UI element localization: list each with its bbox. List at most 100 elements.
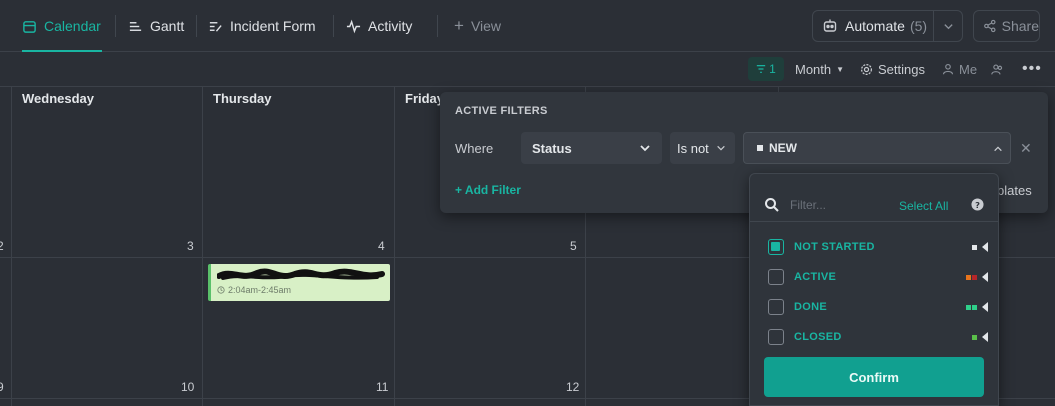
close-icon: ✕ [1020,140,1032,156]
calendar-icon [23,20,36,33]
filter-icon [756,65,766,73]
day-header-wednesday: Wednesday [22,91,95,106]
calendar-toolbar: 1 Month ▼ Settings Me ••• [0,52,1055,87]
filter-field-value: Status [532,140,572,156]
clock-icon [217,286,225,294]
grid-line [11,87,12,406]
filter-value: NEW [769,141,797,155]
tab-calendar[interactable]: Calendar [22,0,102,52]
filter-operator-value: Is not [677,140,709,156]
tab-activity[interactable]: Activity [346,0,412,52]
status-option-checkbox[interactable] [768,329,784,345]
status-option-done[interactable]: DONE [768,297,988,317]
tab-label: Incident Form [230,18,316,34]
activity-icon [346,19,361,33]
filter-field-select[interactable]: Status [521,132,662,164]
user-icon [942,63,954,75]
where-label: Where [455,141,494,156]
tab-gantt[interactable]: Gantt [128,0,184,52]
search-icon [765,198,779,212]
add-view-button[interactable]: + View [454,0,501,52]
add-view-label: View [470,18,502,34]
status-color-swatch [972,332,988,342]
remove-filter-button[interactable]: ✕ [1020,140,1032,157]
active-filters-title: ACTIVE FILTERS [455,105,548,117]
caret-down-icon: ▼ [836,64,845,74]
day-number[interactable]: 9 [0,380,4,394]
more-options-button[interactable]: ••• [1022,52,1042,86]
me-filter-button[interactable]: Me [942,52,977,86]
day-header-thursday: Thursday [213,91,272,106]
day-number[interactable]: 4 [378,239,385,253]
tab-incident-form[interactable]: Incident Form [208,0,316,52]
automate-label: Automate [845,18,905,34]
day-number[interactable]: 10 [181,380,194,394]
share-label: Share [1001,18,1039,34]
calendar-event[interactable]: 2:04am-2:45am [208,264,390,301]
view-tabs-bar: Calendar Gantt Incident Form Activity + … [0,0,1055,52]
status-option-label: NOT STARTED [794,241,875,253]
settings-label: Settings [878,61,925,77]
add-filter-button[interactable]: + Add Filter [455,183,521,197]
status-options-dropdown: Filter... Select All ? NOT STARTED ACTIV… [749,173,999,406]
confirm-button[interactable]: Confirm [764,357,984,397]
help-icon[interactable]: ? [971,198,984,211]
status-new-swatch [757,145,763,151]
status-search: Filter... Select All ? [750,174,998,222]
day-header-friday: Friday [405,91,445,106]
tab-divider [115,15,116,37]
status-option-label: DONE [794,301,827,313]
share-icon [984,19,996,33]
me-label: Me [959,61,978,77]
day-number[interactable]: 5 [570,239,577,253]
automate-divider [933,11,934,41]
status-option-checkbox[interactable] [768,299,784,315]
status-color-swatch [972,242,988,252]
status-color-swatch [966,302,988,312]
status-option-checkbox[interactable] [768,239,784,255]
settings-button[interactable]: Settings [860,52,925,86]
tab-divider [196,15,197,37]
status-option-active[interactable]: ACTIVE [768,267,988,287]
month-select[interactable]: Month ▼ [795,52,844,86]
day-number[interactable]: 2 [0,239,4,253]
chevron-down-icon [640,145,650,152]
tab-label: Activity [368,18,413,34]
tab-label: Calendar [44,18,101,34]
status-option-checkbox[interactable] [768,269,784,285]
status-option-label: CLOSED [794,331,842,343]
more-icon: ••• [1022,60,1042,77]
gear-icon [861,63,872,75]
status-color-swatch [966,272,988,282]
assignees-button[interactable] [991,52,1004,86]
users-icon [991,63,1003,75]
filter-count-badge: 1 [769,62,776,76]
tab-label: Gantt [150,18,185,34]
automate-button[interactable]: Automate (5) [812,10,963,42]
day-number[interactable]: 12 [566,380,579,394]
templates-link[interactable]: plates [997,183,1032,198]
day-number[interactable]: 11 [376,380,388,394]
filter-value-select[interactable]: NEW [743,132,1011,164]
event-time: 2:04am-2:45am [217,285,291,295]
day-number[interactable]: 3 [187,239,194,253]
status-option-not-started[interactable]: NOT STARTED [768,237,988,257]
select-all-button[interactable]: Select All [899,199,948,213]
filter-toggle-button[interactable]: 1 [748,57,784,81]
month-label: Month [795,61,832,77]
plus-icon: + [454,16,464,35]
chevron-up-icon [994,146,1002,152]
grid-line [202,87,203,406]
share-button[interactable]: Share [973,10,1040,42]
gantt-icon [129,21,142,31]
grid-line [394,87,395,406]
chevron-down-icon[interactable] [943,21,954,32]
redacted-title-scribble [217,268,385,280]
robot-icon [823,19,837,32]
status-search-input[interactable]: Filter... [790,198,826,212]
svg-text:?: ? [975,200,980,210]
status-option-label: ACTIVE [794,271,837,283]
status-option-closed[interactable]: CLOSED [768,327,988,347]
filter-operator-select[interactable]: Is not [670,132,735,164]
tab-divider [333,15,334,37]
